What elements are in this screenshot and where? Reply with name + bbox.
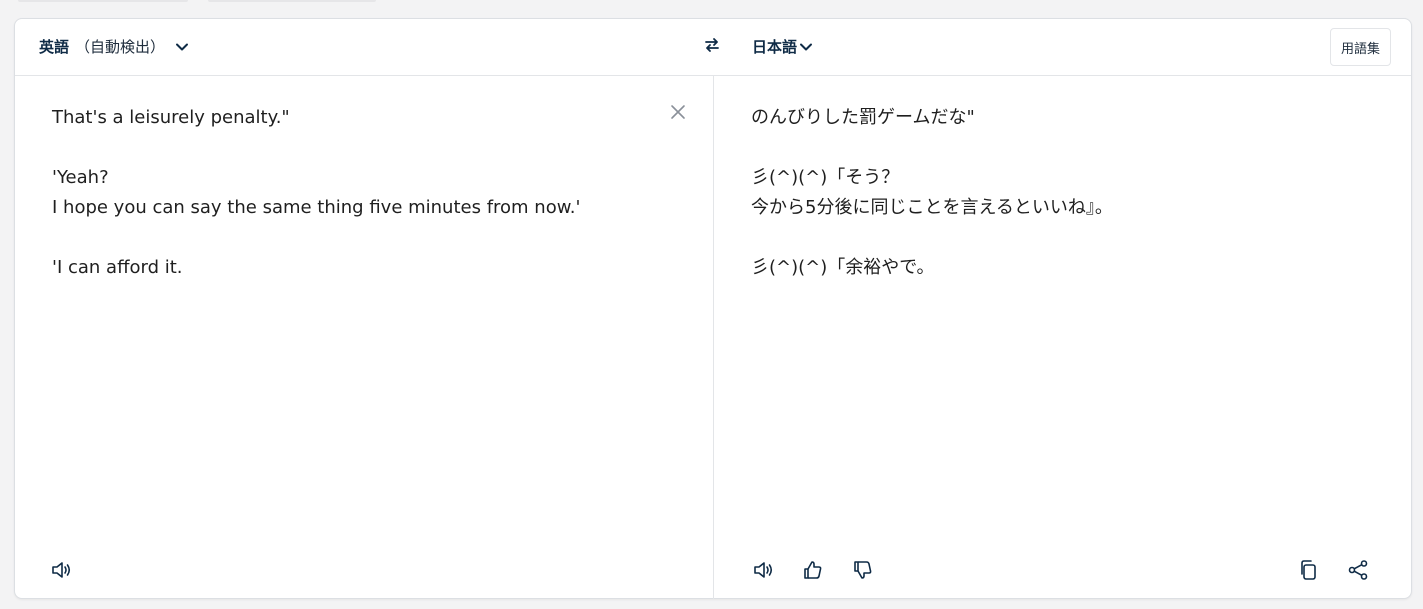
copy-icon (1298, 559, 1320, 581)
share-icon (1347, 559, 1369, 581)
source-language-label: 英語 (39, 38, 70, 56)
translator-card: 英語 （自動検出） 日本語 用語集 That's a leisurely pen… (14, 18, 1412, 599)
auto-detect-label: （自動検出） (75, 38, 166, 56)
thumbs-down-button[interactable] (851, 558, 875, 582)
target-listen-button[interactable] (751, 558, 775, 582)
thumbs-up-icon (802, 559, 824, 581)
chevron-down-icon (175, 40, 189, 54)
top-tab[interactable] (208, 0, 376, 2)
translator-header: 英語 （自動検出） 日本語 用語集 (15, 19, 1411, 76)
pane-divider (713, 76, 714, 599)
target-language-label: 日本語 (752, 38, 798, 56)
chevron-down-icon (799, 40, 813, 54)
share-button[interactable] (1346, 558, 1370, 582)
thumbs-down-icon (852, 559, 874, 581)
speaker-icon (752, 559, 774, 581)
source-listen-button[interactable] (49, 558, 73, 582)
copy-button[interactable] (1297, 558, 1321, 582)
swap-arrows-icon (704, 37, 720, 57)
speaker-icon (50, 559, 72, 581)
clear-source-button[interactable] (668, 102, 688, 122)
target-language-selector[interactable]: 日本語 (752, 36, 813, 57)
target-text-area: のんびりした罰ゲームだな" 彡(^)(^)「そう？ 今から5分後に同じことを言え… (751, 107, 1113, 278)
source-text-area[interactable]: That's a leisurely penalty." 'Yeah? I ho… (52, 103, 652, 283)
glossary-button[interactable]: 用語集 (1329, 28, 1391, 66)
top-tab[interactable] (18, 0, 188, 2)
top-tab-strip (0, 0, 1423, 4)
close-icon (668, 105, 688, 126)
source-language-selector[interactable]: 英語 （自動検出） (39, 36, 189, 57)
swap-languages-button[interactable] (701, 36, 723, 58)
thumbs-up-button[interactable] (801, 558, 825, 582)
